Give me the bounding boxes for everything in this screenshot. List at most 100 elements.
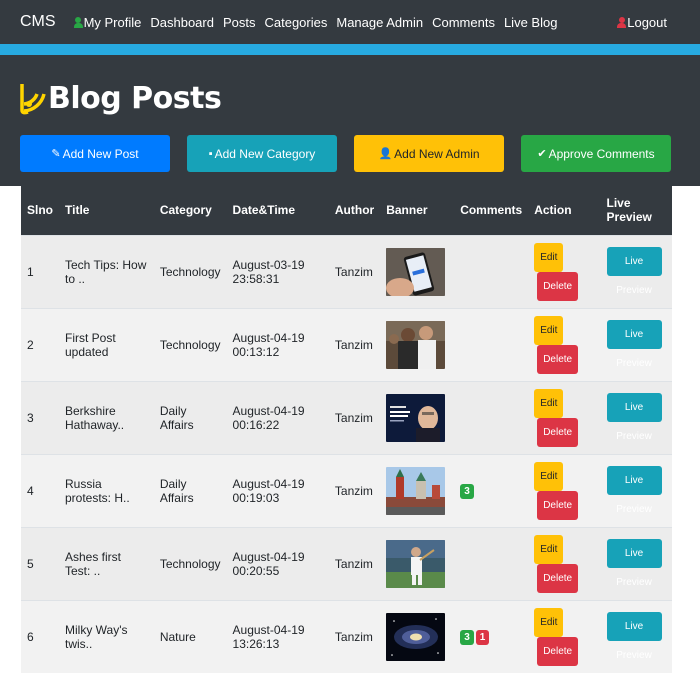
- user-plus-icon: 👤: [378, 148, 393, 160]
- cell-slno: 2: [27, 337, 34, 352]
- cell-live-preview: Live Preview: [601, 527, 672, 600]
- add-new-post-button[interactable]: ✎ Add New Post: [20, 135, 170, 172]
- cell-live-preview: Live Preview: [601, 600, 672, 673]
- brand-link[interactable]: CMS: [20, 13, 56, 31]
- nav-live-blog[interactable]: Live Blog: [504, 15, 557, 30]
- nav-my-profile[interactable]: My Profile: [73, 14, 142, 30]
- live-preview-button[interactable]: Live Preview: [606, 393, 662, 442]
- col-author: Author: [334, 203, 375, 218]
- delete-button[interactable]: Delete: [537, 271, 579, 301]
- edit-icon: ✎: [51, 148, 61, 160]
- nav-logout-label: Logout: [627, 14, 667, 30]
- edit-button[interactable]: Edit: [534, 534, 564, 564]
- edit-button[interactable]: Edit: [534, 388, 564, 418]
- approved-comments-badge: 3: [460, 483, 474, 499]
- cell-banner: [380, 381, 454, 454]
- cell-datetime: August-04-19 13:26:13: [232, 622, 305, 651]
- cell-title: Milky Way's twis..: [65, 622, 128, 651]
- banner-image-cricket: [386, 539, 446, 588]
- cell-title: Berkshire Hathaway..: [65, 403, 125, 432]
- cell-banner: [380, 308, 454, 381]
- delete-button[interactable]: Delete: [537, 344, 579, 374]
- cell-slno: 3: [27, 410, 34, 425]
- cell-live-preview: Live Preview: [601, 235, 672, 308]
- col-slno: Slno: [27, 203, 53, 218]
- edit-button[interactable]: Edit: [534, 242, 564, 272]
- banner-image-phone: [386, 247, 446, 296]
- cell-action: EditDelete: [528, 600, 600, 673]
- live-preview-button[interactable]: Live Preview: [606, 539, 662, 588]
- cell-slno: 6: [27, 629, 34, 644]
- cell-slno: 4: [27, 483, 34, 498]
- edit-button[interactable]: Edit: [534, 461, 564, 491]
- edit-button[interactable]: Edit: [534, 315, 564, 345]
- col-category: Category: [159, 203, 212, 218]
- table-row: 4 Russia protests: H.. Daily Affairs Aug…: [21, 454, 672, 527]
- col-banner: Banner: [386, 203, 428, 218]
- add-new-category-label: Add New Category: [214, 146, 316, 161]
- col-comments: Comments: [460, 203, 523, 218]
- table-row: 3 Berkshire Hathaway.. Daily Affairs Aug…: [21, 381, 672, 454]
- nav-posts[interactable]: Posts: [223, 15, 256, 30]
- approved-comments-badge: 3: [460, 629, 474, 645]
- cell-category: Technology: [159, 264, 221, 279]
- cell-slno: 1: [27, 264, 34, 279]
- cell-live-preview: Live Preview: [601, 454, 672, 527]
- cell-comments: 3: [454, 454, 528, 527]
- cell-author: Tanzim: [334, 410, 373, 425]
- cell-slno: 5: [27, 556, 34, 571]
- col-datetime: Date&Time: [232, 203, 295, 218]
- cell-comments: [454, 527, 528, 600]
- posts-table: Slno Title Category Date&Time Author Ban…: [21, 186, 672, 673]
- nav-logout[interactable]: Logout: [617, 15, 667, 30]
- cell-datetime: August-04-19 00:13:12: [232, 330, 305, 359]
- banner-image-people: [386, 320, 446, 369]
- cell-comments: 31: [454, 600, 528, 673]
- cell-author: Tanzim: [334, 264, 373, 279]
- approve-comments-label: Approve Comments: [548, 146, 655, 161]
- cell-title: Russia protests: H..: [65, 476, 130, 505]
- cell-title: Tech Tips: How to ..: [65, 257, 147, 286]
- approve-comments-button[interactable]: ✔ Approve Comments: [521, 135, 671, 172]
- table-row: 5 Ashes first Test: .. Technology August…: [21, 527, 672, 600]
- cell-banner: [380, 600, 454, 673]
- col-action: Action: [534, 203, 572, 218]
- page-title: Blog Posts: [48, 80, 222, 116]
- folder-plus-icon: ▪: [208, 147, 213, 160]
- cell-datetime: August-04-19 00:16:22: [232, 403, 305, 432]
- add-new-admin-button[interactable]: 👤 Add New Admin: [354, 135, 504, 172]
- live-preview-button[interactable]: Live Preview: [606, 320, 662, 369]
- cell-comments: [454, 381, 528, 454]
- cell-datetime: August-04-19 00:19:03: [232, 476, 305, 505]
- banner-image-investor: [386, 393, 446, 442]
- col-title: Title: [65, 203, 90, 218]
- cell-comments: [454, 235, 528, 308]
- delete-button[interactable]: Delete: [537, 417, 579, 447]
- add-new-category-button[interactable]: ▪ Add New Category: [187, 135, 337, 172]
- check-icon: ✔: [537, 148, 547, 160]
- delete-button[interactable]: Delete: [537, 636, 579, 666]
- accent-stripe: [0, 44, 700, 55]
- live-preview-button[interactable]: Live Preview: [606, 247, 662, 296]
- table-row: 1 Tech Tips: How to .. Technology August…: [21, 235, 672, 308]
- nav-my-profile-label: My Profile: [83, 14, 142, 30]
- nav-manage-admin[interactable]: Manage Admin: [336, 15, 423, 30]
- delete-button[interactable]: Delete: [537, 563, 579, 593]
- cell-live-preview: Live Preview: [601, 308, 672, 381]
- live-preview-button[interactable]: Live Preview: [606, 612, 662, 661]
- cell-author: Tanzim: [334, 556, 373, 571]
- nav-categories[interactable]: Categories: [264, 15, 327, 30]
- cell-action: EditDelete: [528, 527, 600, 600]
- nav-dashboard[interactable]: Dashboard: [150, 15, 214, 30]
- cell-title: Ashes first Test: ..: [65, 549, 122, 578]
- table-row: 6 Milky Way's twis.. Nature August-04-19…: [21, 600, 672, 673]
- nav-comments[interactable]: Comments: [432, 15, 495, 30]
- live-preview-button[interactable]: Live Preview: [606, 466, 662, 515]
- cell-live-preview: Live Preview: [601, 381, 672, 454]
- user-icon: [73, 16, 83, 28]
- edit-button[interactable]: Edit: [534, 607, 564, 637]
- cell-title: First Post updated: [65, 330, 116, 359]
- top-navbar: CMS My Profile Dashboard Posts Categorie…: [0, 0, 700, 44]
- delete-button[interactable]: Delete: [537, 490, 579, 520]
- table-row: 2 First Post updated Technology August-0…: [21, 308, 672, 381]
